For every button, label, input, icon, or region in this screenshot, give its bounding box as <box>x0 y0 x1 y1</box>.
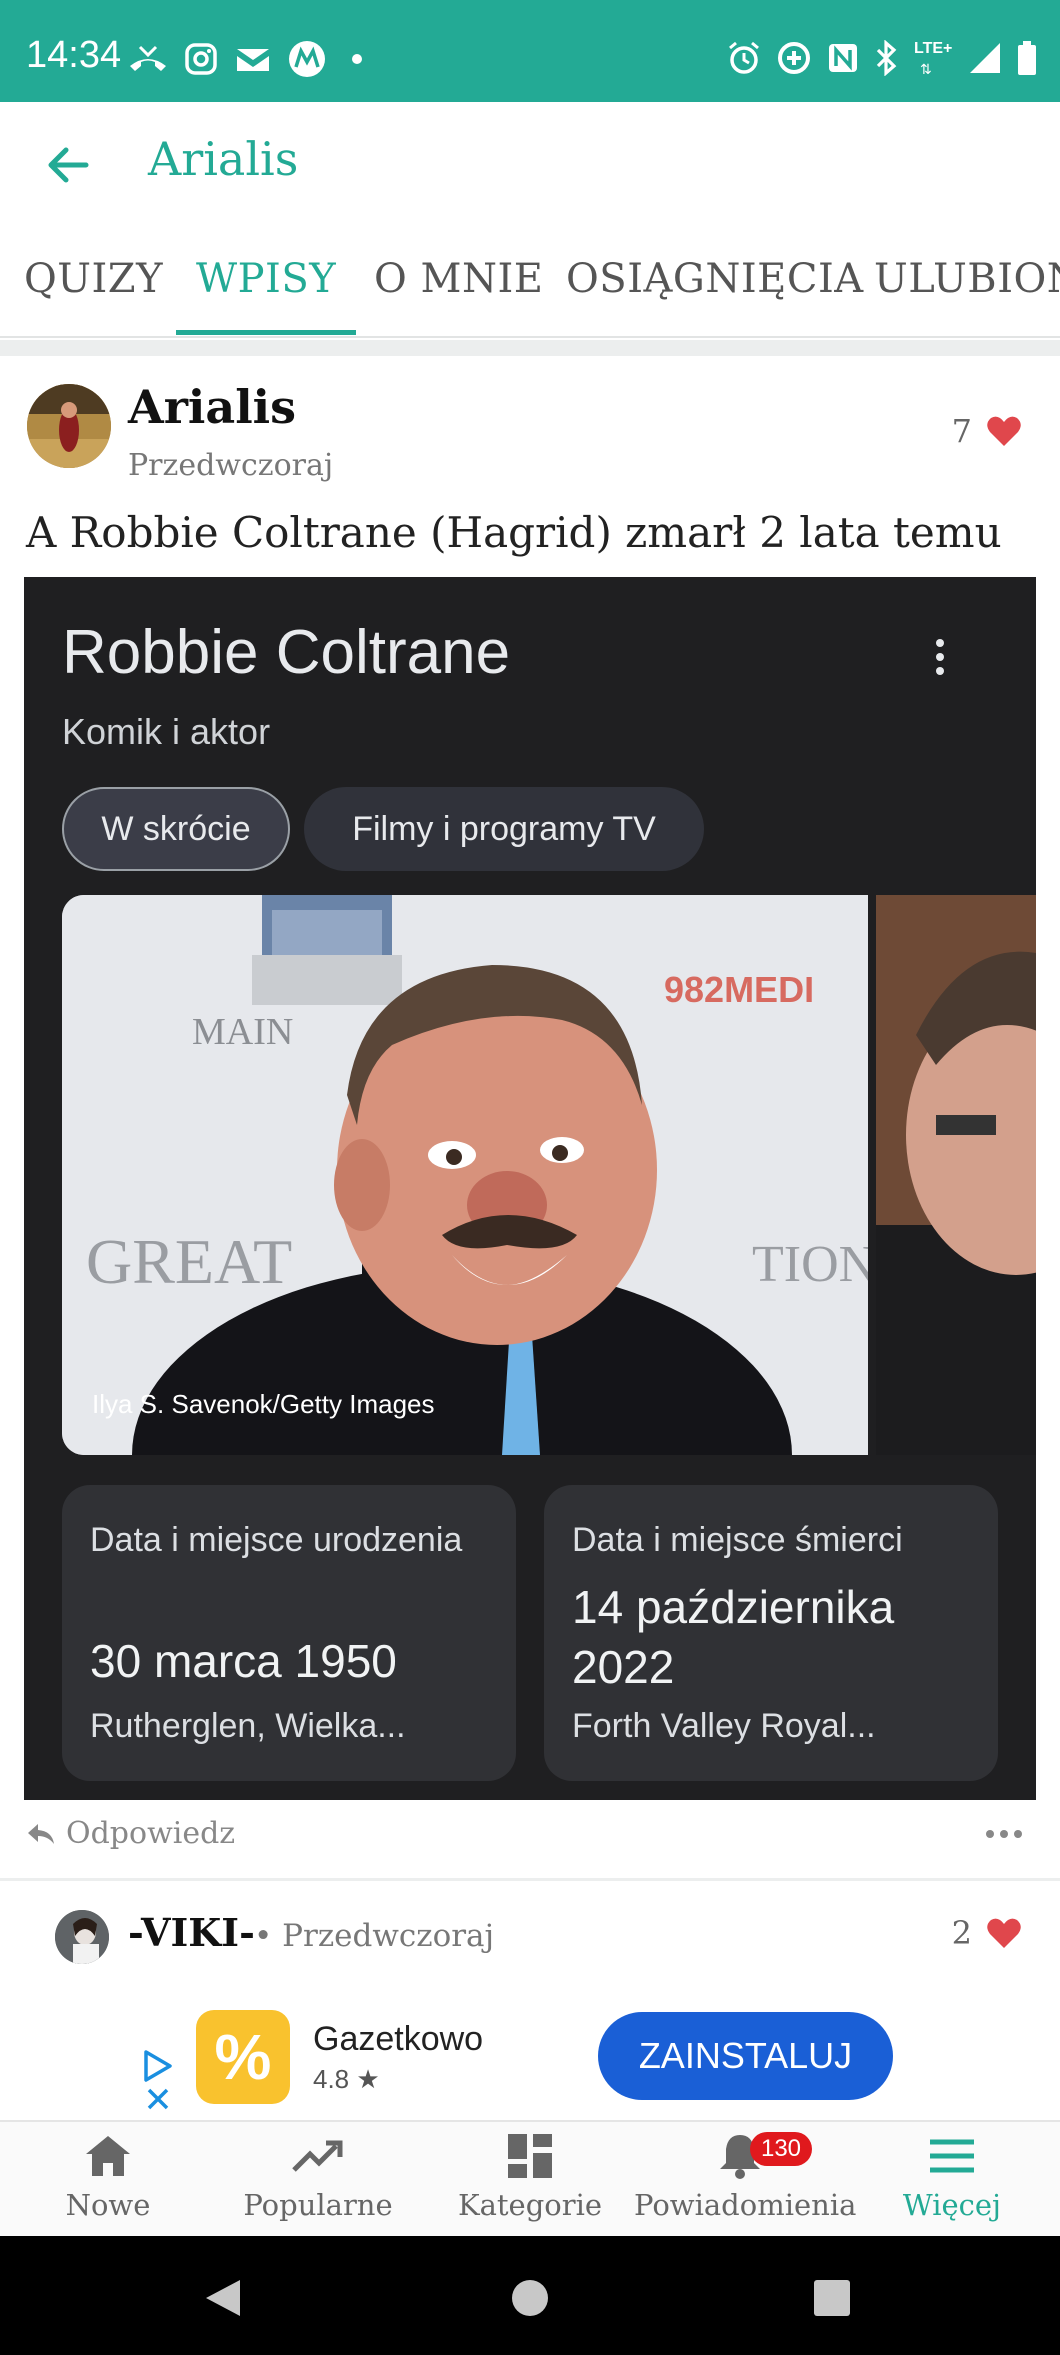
bluetooth-icon <box>876 40 897 76</box>
comment-like-count: 2 <box>951 1914 972 1952</box>
system-navigation-bar <box>0 2236 1060 2355</box>
portrait-photo: MAIN GREAT TIONS 982MEDI Ilya S. Savenok… <box>62 895 868 1455</box>
system-home-icon[interactable] <box>510 2278 550 2318</box>
nav-nowe[interactable]: Nowe <box>2 2132 214 2232</box>
motorola-icon <box>289 41 325 77</box>
mail-icon <box>237 49 269 71</box>
embed-subtitle: Komik i aktor <box>62 711 271 752</box>
status-right-icons: LTE+ ⇅ <box>726 40 1038 78</box>
second-photo <box>876 895 1036 1455</box>
post-image[interactable]: Robbie Coltrane Komik i aktor W skrócie … <box>24 577 1036 1800</box>
page-title: Arialis <box>148 132 299 186</box>
system-recents-icon[interactable] <box>812 2278 852 2318</box>
status-bar: 14:34 LTE+ ⇅ <box>0 0 1060 102</box>
nav-powiadomienia-label: Powiadomienia <box>634 2188 857 2222</box>
menu-icon <box>930 2139 974 2173</box>
death-place: Forth Valley Royal... <box>572 1707 876 1745</box>
comment-likes[interactable]: 2 <box>952 1914 1022 1952</box>
missed-call-icon <box>130 45 166 71</box>
comment-author-avatar[interactable] <box>55 1910 109 1964</box>
section-divider <box>0 340 1060 356</box>
backdrop-text-tions: TIONS <box>752 1236 868 1293</box>
post-like-count: 7 <box>951 412 972 450</box>
nav-nowe-label: Nowe <box>65 2188 151 2222</box>
birth-info-card: Data i miejsce urodzenia 30 marca 1950 R… <box>62 1485 516 1781</box>
battery-icon <box>1018 41 1036 75</box>
nav-wiecej[interactable]: Więcej <box>846 2132 1058 2232</box>
lte-icon: LTE+ ⇅ <box>914 40 953 78</box>
death-label: Data i miejsce śmierci <box>572 1521 903 1559</box>
ad-app-name: Gazetkowo <box>313 2020 484 2058</box>
trending-icon <box>292 2140 343 2172</box>
birth-label: Data i miejsce urodzenia <box>90 1521 463 1559</box>
lte-label: LTE+ <box>914 40 953 57</box>
app-bar: Arialis <box>0 102 1060 222</box>
bottom-navigation: Nowe Popularne Kategorie 130 Powiadomien… <box>0 2120 1060 2236</box>
backdrop-text-great: GREAT <box>86 1226 293 1297</box>
status-time: 14:34 <box>26 34 122 76</box>
birth-date: 30 marca 1950 <box>90 1635 397 1687</box>
comment-author-name[interactable]: -VIKI- <box>128 1910 255 1955</box>
embed-title: Robbie Coltrane <box>62 618 511 687</box>
post-author-name[interactable]: Arialis <box>128 380 296 434</box>
tab-quizy[interactable]: QUIZY <box>24 256 163 302</box>
post-text: A Robbie Coltrane (Hagrid) zmarł 2 lata … <box>26 508 1002 557</box>
tab-wpisy[interactable]: WPISY <box>196 256 336 302</box>
data-saver-icon <box>778 42 810 74</box>
instagram-icon <box>185 43 217 75</box>
status-left-icons <box>128 40 372 78</box>
nav-popularne-label: Popularne <box>243 2188 393 2222</box>
tab-o-mnie[interactable]: O MNIE <box>374 256 543 302</box>
reply-button[interactable]: Odpowiedz <box>26 1816 235 1851</box>
heart-icon[interactable] <box>986 1917 1022 1949</box>
tab-ulubione[interactable]: ULUBION <box>874 256 1060 302</box>
nav-kategorie[interactable]: Kategorie <box>424 2132 636 2232</box>
active-tab-indicator <box>176 330 356 335</box>
backdrop-text-media: 982MEDI <box>664 969 815 1010</box>
birth-place: Rutherglen, Wielka... <box>90 1707 406 1745</box>
post-date: Przedwczoraj <box>128 448 334 483</box>
chip-filmy: Filmy i programy TV <box>304 787 704 871</box>
ad-app-logo: % <box>196 2010 290 2104</box>
tab-osiagniecia[interactable]: OSIĄGNIĘCIA <box>566 256 864 302</box>
ad-choices-icon[interactable] <box>140 2046 176 2112</box>
signal-icon <box>970 43 1000 73</box>
post-likes[interactable]: 7 <box>952 412 1022 450</box>
alarm-icon <box>729 41 759 74</box>
nav-popularne[interactable]: Popularne <box>212 2132 424 2232</box>
nav-kategorie-label: Kategorie <box>457 2188 603 2222</box>
nav-wiecej-label: Więcej <box>902 2188 1002 2222</box>
install-button[interactable]: ZAINSTALUJ <box>598 2012 893 2100</box>
post-author-avatar[interactable] <box>27 384 111 468</box>
reply-icon <box>28 1823 54 1844</box>
death-info-card: Data i miejsce śmierci 14 października 2… <box>544 1485 998 1781</box>
comment-date: • Przedwczoraj <box>254 1918 495 1954</box>
backdrop-text-main: MAIN <box>192 1011 294 1053</box>
system-back-icon[interactable] <box>200 2276 244 2320</box>
chip-w-skrocie: W skrócie <box>62 787 290 871</box>
ad-banner[interactable]: % Gazetkowo 4.8 ★ ZAINSTALUJ <box>0 1990 1060 2120</box>
more-vert-icon <box>934 639 946 681</box>
post-divider <box>0 1878 1060 1881</box>
profile-tabs: QUIZY WPISY O MNIE OSIĄGNIĘCIA ULUBION <box>0 222 1060 338</box>
arrow-left-icon[interactable] <box>44 140 94 190</box>
reply-label: Odpowiedz <box>66 1816 236 1851</box>
notification-badge: 130 <box>750 2132 812 2166</box>
nfc-icon <box>829 44 857 72</box>
photo-credit: Ilya S. Savenok/Getty Images <box>92 1389 435 1419</box>
dot-icon <box>352 54 362 64</box>
nav-powiadomienia[interactable]: 130 Powiadomienia <box>634 2132 857 2232</box>
death-date: 14 października 2022 <box>572 1581 895 1693</box>
dashboard-icon <box>508 2134 552 2178</box>
ad-app-rating: 4.8 ★ <box>313 2064 380 2094</box>
heart-icon[interactable] <box>986 415 1022 447</box>
more-options-icon[interactable] <box>986 1830 1022 1838</box>
home-icon <box>86 2136 130 2176</box>
